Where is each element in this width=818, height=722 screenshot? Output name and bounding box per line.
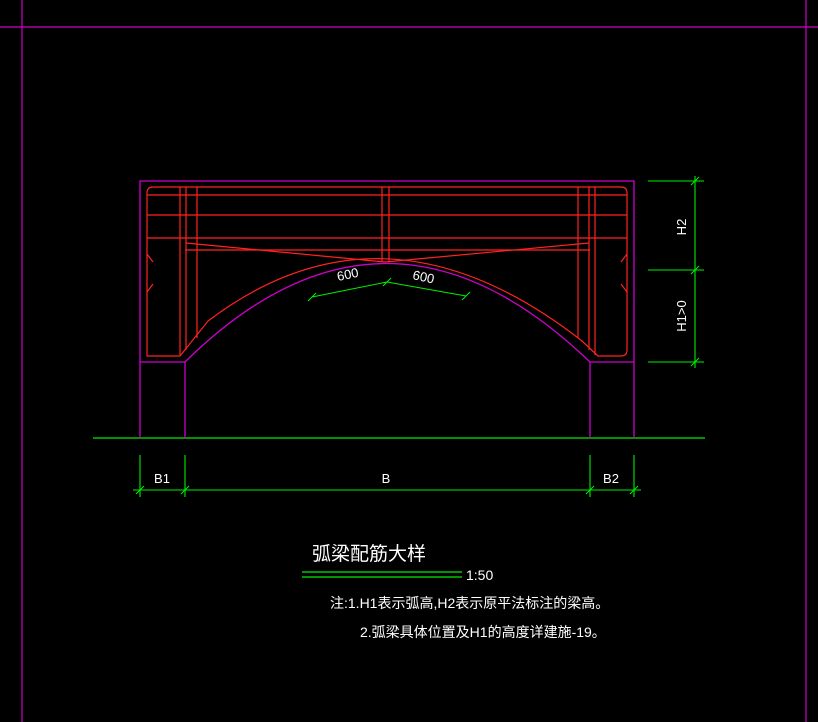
right-support-label: B2 (603, 471, 619, 486)
beam-outer-outline (139, 180, 635, 438)
segment-right-label: 600 (411, 267, 435, 286)
note-line-2: 2.弧梁具体位置及H1的高度详建施-19。 (360, 624, 606, 640)
left-bent-bar (185, 242, 386, 263)
right-bent-bar (384, 242, 590, 263)
beam-height-label: H2 (674, 219, 689, 236)
span-label: B (382, 471, 391, 486)
height-dimensions (648, 176, 704, 368)
right-hook-upper (620, 253, 628, 263)
left-support-label: B1 (154, 471, 170, 486)
right-hook-lower (620, 283, 628, 293)
arch-height-label: H1>0 (674, 300, 689, 331)
arch-segment-dimension (307, 277, 471, 302)
note-line-1: 注:1.H1表示弧高,H2表示原平法标注的梁高。 (330, 595, 609, 611)
cad-drawing: 600 600 H2 H1>0 B1 B B2 弧梁配筋大样 1:50 注:1.… (0, 0, 818, 722)
segment-left-dim-line (311, 281, 388, 298)
beam-soffit-arch (140, 263, 634, 363)
left-hook-upper (146, 253, 154, 263)
left-hook-lower (146, 283, 154, 293)
drawing-scale: 1:50 (466, 567, 493, 583)
title-underline (302, 571, 462, 578)
segment-left-label: 600 (336, 265, 360, 284)
drawing-title: 弧梁配筋大样 (312, 543, 426, 565)
concrete-outline (139, 180, 635, 438)
